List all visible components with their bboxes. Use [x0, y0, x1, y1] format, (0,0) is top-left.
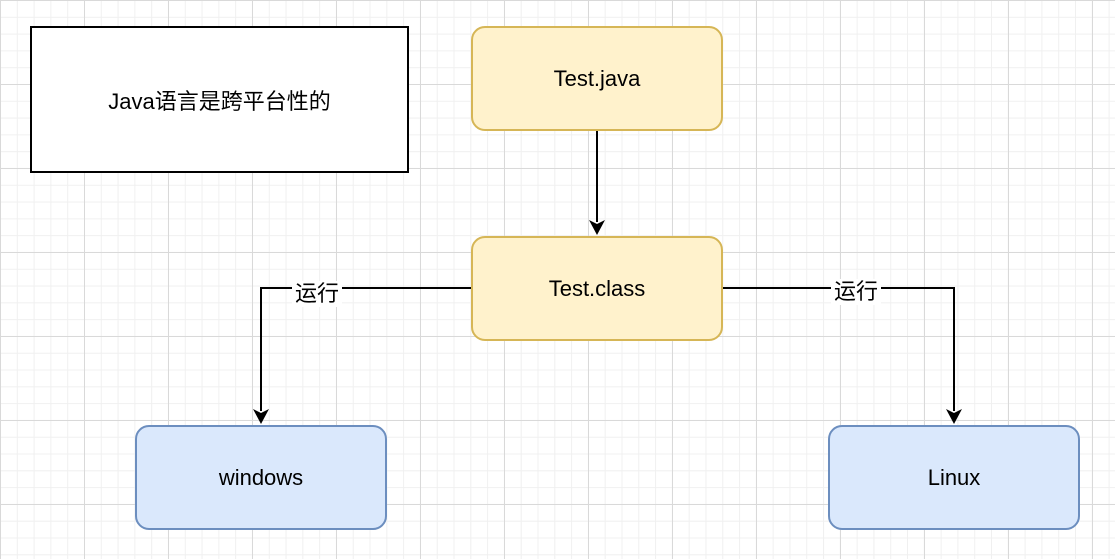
node-test-class-label: Test.class [548, 275, 646, 301]
note-box[interactable]: Java语言是跨平台性的 [30, 26, 409, 173]
edge-label-run-windows: 运行 [292, 281, 343, 307]
diagram-canvas: Java语言是跨平台性的 Test.java Test.class window… [0, 0, 1115, 559]
node-linux-label: Linux [927, 464, 981, 490]
edge-label-run-linux: 运行 [831, 279, 882, 305]
node-test-class[interactable]: Test.class [471, 236, 723, 341]
arrowhead-java-to-class [589, 220, 605, 235]
node-windows[interactable]: windows [135, 425, 387, 530]
node-test-java-label: Test.java [553, 65, 641, 91]
edge-class-to-linux [723, 287, 955, 411]
node-windows-label: windows [218, 464, 304, 490]
arrowhead-class-to-windows [253, 409, 269, 424]
node-linux[interactable]: Linux [828, 425, 1080, 530]
arrowhead-class-to-linux [946, 409, 962, 424]
node-test-java[interactable]: Test.java [471, 26, 723, 131]
note-text: Java语言是跨平台性的 [108, 88, 331, 114]
